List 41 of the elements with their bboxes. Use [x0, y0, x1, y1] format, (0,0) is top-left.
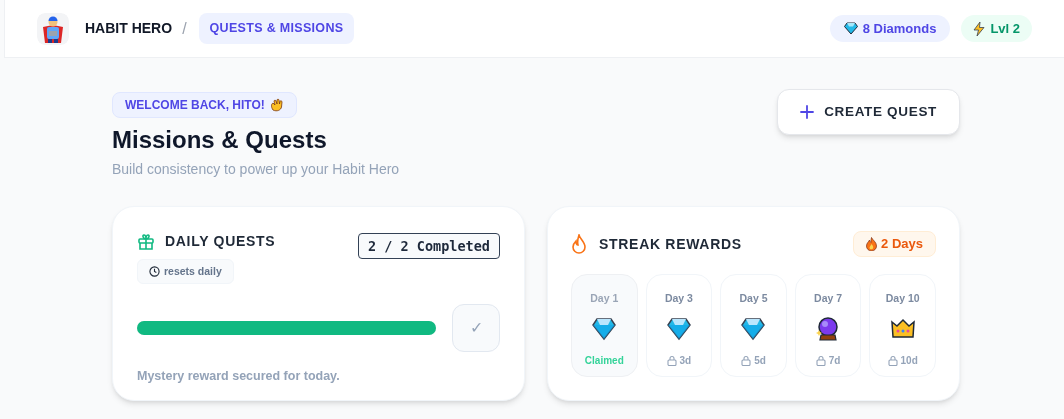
lock-icon — [887, 354, 898, 366]
gift-icon — [137, 232, 155, 251]
hero-avatar-icon — [37, 12, 69, 45]
diamond-icon — [843, 22, 858, 35]
lightning-icon — [973, 21, 986, 36]
breadcrumb-separator: / — [182, 18, 187, 39]
diamonds-count: 8 Diamonds — [862, 19, 937, 38]
app-name: HABIT HERO — [85, 19, 173, 38]
unlock-days: 10d — [900, 352, 918, 368]
reward-day: Day 10 — [885, 291, 920, 307]
reward-day: Day 1 — [590, 291, 619, 307]
card-title: STREAK REWARDS — [599, 234, 742, 254]
page-subtitle: Build consistency to power up your Habit Hero — [112, 160, 400, 179]
create-quest-button[interactable]: CREATE QUEST — [777, 89, 960, 135]
completion-status: 2 / 2 Completed — [368, 236, 490, 256]
reward-day: Day 7 — [814, 291, 843, 307]
unlock-days: 7d — [828, 352, 841, 368]
lock-icon — [666, 354, 677, 366]
reward-message: Mystery reward secured for today. — [137, 368, 341, 385]
plus-icon — [800, 105, 815, 119]
unlock-days: 3d — [679, 352, 692, 368]
card-title: DAILY QUESTS — [165, 232, 276, 251]
claimed-label: Claimed — [584, 353, 624, 368]
diamond-icon — [591, 315, 618, 342]
welcome-text: WELCOME BACK, HITO! — [125, 97, 265, 114]
lock-icon — [815, 354, 826, 366]
flame-icon — [571, 234, 587, 254]
waving-hand-icon — [269, 98, 284, 112]
page-title: Missions & Quests — [112, 125, 328, 155]
level-label: Lvl 2 — [990, 19, 1020, 38]
breadcrumb-link[interactable]: QUESTS & MISSIONS — [198, 13, 355, 44]
reward-day: Day 3 — [664, 291, 693, 307]
diamond-icon — [665, 315, 692, 342]
streak-count: 2 Days — [881, 235, 923, 254]
diamond-icon — [740, 315, 767, 342]
reset-note: resets daily — [164, 263, 222, 279]
reward-day: Day 5 — [739, 291, 768, 307]
clock-icon — [149, 266, 160, 277]
unlock-days: 5d — [754, 352, 766, 368]
lock-icon — [741, 354, 752, 366]
fire-icon — [866, 237, 878, 251]
